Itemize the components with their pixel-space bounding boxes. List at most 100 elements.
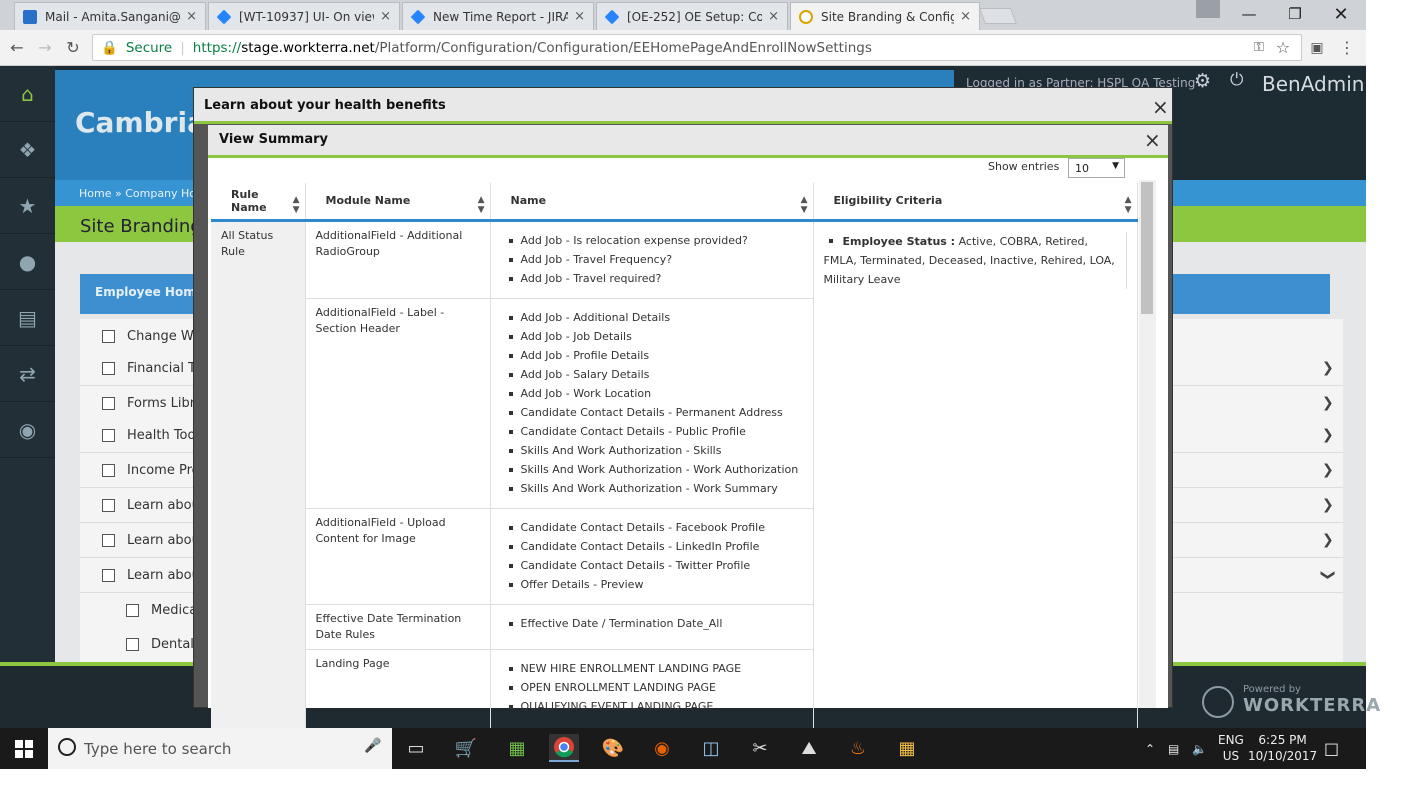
flame-app-icon[interactable]: ♨ bbox=[843, 734, 873, 762]
chevron-right-icon[interactable]: ❯ bbox=[1322, 395, 1334, 411]
jira-icon bbox=[604, 9, 620, 24]
tray-chevron-icon[interactable]: ⌃ bbox=[1145, 728, 1155, 769]
column-header-eligibility[interactable]: Eligibility Criteria ▲ ▼ bbox=[813, 183, 1138, 222]
notes-app-icon[interactable]: ◫ bbox=[696, 734, 726, 762]
sort-icon[interactable]: ▲ ▼ bbox=[801, 195, 808, 215]
list-item: Candidate Contact Details - Facebook Pro… bbox=[508, 518, 803, 537]
close-icon[interactable]: × bbox=[574, 9, 585, 24]
chevron-right-icon[interactable]: ❯ bbox=[1322, 462, 1334, 478]
taskbar-search[interactable]: Type here to search 🎤 bbox=[48, 728, 392, 769]
menu-icon[interactable]: ⋮ bbox=[1336, 37, 1358, 59]
bookmark-star-icon[interactable]: ☆ bbox=[1272, 37, 1294, 59]
forward-icon[interactable]: → bbox=[34, 37, 56, 59]
browser-tab-mail[interactable]: Mail - Amita.Sangani@h × bbox=[14, 2, 206, 30]
powered-by: Powered by WORKTERRA bbox=[1202, 684, 1382, 718]
url-text: https://stage.workterra.net/Platform/Con… bbox=[193, 40, 872, 56]
checkbox[interactable] bbox=[102, 396, 115, 410]
chevron-right-icon[interactable]: ❯ bbox=[1322, 497, 1334, 513]
clock-date: 10/10/2017 bbox=[1248, 749, 1318, 763]
chevron-right-icon[interactable]: ❯ bbox=[1322, 427, 1334, 443]
column-header-module-name[interactable]: Module Name ▲ ▼ bbox=[305, 183, 491, 222]
scrollbar-thumb[interactable] bbox=[1141, 182, 1153, 314]
extension-icon[interactable]: ▣ bbox=[1306, 37, 1328, 59]
chevron-right-icon[interactable]: ❯ bbox=[1322, 360, 1334, 376]
close-icon[interactable]: × bbox=[186, 9, 197, 24]
close-icon[interactable]: × bbox=[380, 9, 391, 24]
volume-icon[interactable]: 🔈 bbox=[1192, 728, 1207, 769]
checkbox[interactable] bbox=[102, 463, 115, 477]
name-cell: Effective Date / Termination Date_All bbox=[490, 604, 814, 650]
gear-icon[interactable]: ⚙ bbox=[1194, 70, 1211, 92]
reload-icon[interactable]: ↻ bbox=[62, 37, 84, 59]
table-scrollbar[interactable] bbox=[1139, 180, 1156, 708]
list-item: Skills And Work Authorization - Work Aut… bbox=[508, 460, 803, 479]
workterra-logo-icon bbox=[1202, 686, 1234, 718]
home-icon[interactable]: ⌂ bbox=[0, 66, 55, 122]
chrome-icon[interactable] bbox=[549, 734, 579, 762]
entries-value: 10 bbox=[1075, 162, 1089, 175]
microphone-icon[interactable]: 🎤 bbox=[364, 738, 381, 754]
checkbox[interactable] bbox=[102, 428, 115, 442]
checkbox[interactable] bbox=[102, 329, 115, 343]
back-icon[interactable]: ← bbox=[6, 37, 28, 59]
firefox-icon[interactable]: ◉ bbox=[647, 734, 677, 762]
browser-tab-oe[interactable]: [OE-252] OE Setup: Cou × bbox=[596, 2, 788, 30]
list-item: Effective Date / Termination Date_All bbox=[508, 614, 803, 633]
checkbox[interactable] bbox=[126, 638, 139, 651]
close-icon[interactable]: × bbox=[960, 9, 971, 24]
swap-icon[interactable]: ⇄ bbox=[0, 346, 55, 402]
profile-icon[interactable] bbox=[1196, 0, 1220, 18]
browser-tab-site-branding[interactable]: Site Branding & Configu × bbox=[790, 2, 980, 30]
windows-taskbar: Type here to search 🎤 ▭ 🛒 ▦ 🎨 ◉ ◫ ✂ ⛰ ♨ … bbox=[0, 728, 1366, 769]
checkbox[interactable] bbox=[102, 533, 115, 547]
column-header-rule-name[interactable]: Rule Name ▲ ▼ bbox=[211, 183, 306, 222]
spreadsheet-app-icon[interactable]: ▦ bbox=[502, 734, 532, 762]
list-item-label: Health Tool bbox=[127, 427, 200, 443]
checkbox[interactable] bbox=[102, 568, 115, 582]
file-explorer-icon[interactable]: ▦ bbox=[892, 734, 922, 762]
new-tab-button[interactable] bbox=[979, 8, 1017, 24]
chat-icon[interactable]: ◉ bbox=[0, 402, 55, 458]
entries-select[interactable]: 10 ▼ bbox=[1068, 158, 1125, 178]
store-icon[interactable]: 🛒 bbox=[451, 734, 481, 762]
restore-icon[interactable]: ❐ bbox=[1272, 0, 1318, 28]
powered-by-brand: WORKTERRA bbox=[1243, 695, 1382, 716]
key-icon[interactable]: ⚿ bbox=[1248, 37, 1270, 59]
minimize-icon[interactable]: — bbox=[1226, 0, 1272, 28]
close-icon[interactable]: × bbox=[768, 9, 779, 24]
sort-icon[interactable]: ▲ ▼ bbox=[1125, 195, 1132, 215]
list-item: Add Job - Additional Details bbox=[508, 308, 803, 327]
photos-icon[interactable]: ⛰ bbox=[794, 734, 824, 762]
snipping-tool-icon[interactable]: ✂ bbox=[745, 734, 775, 762]
chevron-right-icon[interactable]: ❯ bbox=[1322, 532, 1334, 548]
windows-start-icon[interactable] bbox=[0, 728, 48, 769]
notification-icon[interactable]: □ bbox=[1324, 728, 1339, 769]
url-field[interactable]: 🔒 Secure | https://stage.workterra.net/P… bbox=[92, 34, 1302, 61]
list-item: Add Job - Salary Details bbox=[508, 365, 803, 384]
network-icon[interactable]: ▤ bbox=[1168, 728, 1179, 769]
column-header-name[interactable]: Name ▲ ▼ bbox=[490, 183, 814, 222]
checkbox[interactable] bbox=[126, 603, 139, 617]
language-indicator[interactable]: ENG US bbox=[1218, 732, 1244, 764]
page-title: Site Branding bbox=[80, 216, 202, 237]
user-icon[interactable]: ● bbox=[0, 234, 55, 290]
checkbox[interactable] bbox=[102, 361, 115, 375]
puzzle-icon[interactable]: ❖ bbox=[0, 122, 55, 178]
system-clock[interactable]: 6:25 PM 10/10/2017 bbox=[1248, 732, 1317, 764]
browser-tab-wt[interactable]: [WT-10937] UI- On view × bbox=[208, 2, 400, 30]
chevron-down-icon[interactable]: ❯ bbox=[1320, 569, 1336, 581]
paint-icon[interactable]: 🎨 bbox=[598, 734, 628, 762]
bar-chart-icon[interactable]: ▤ bbox=[0, 290, 55, 346]
browser-tab-jira[interactable]: New Time Report - JIRA × bbox=[402, 2, 594, 30]
divider: | bbox=[180, 39, 185, 56]
view-summary-close-icon[interactable]: × bbox=[1144, 130, 1161, 150]
list-item-label: Learn abou bbox=[127, 497, 200, 513]
checkbox[interactable] bbox=[102, 498, 115, 512]
sort-icon[interactable]: ▲ ▼ bbox=[478, 195, 485, 215]
user-star-icon[interactable]: ★ bbox=[0, 178, 55, 234]
task-view-icon[interactable]: ▭ bbox=[401, 734, 431, 762]
power-icon[interactable]: ⏻ bbox=[1230, 70, 1243, 90]
outer-modal-close-icon[interactable]: × bbox=[1152, 97, 1169, 117]
sort-icon[interactable]: ▲ ▼ bbox=[293, 195, 300, 215]
window-close-icon[interactable]: ✕ bbox=[1318, 0, 1364, 28]
